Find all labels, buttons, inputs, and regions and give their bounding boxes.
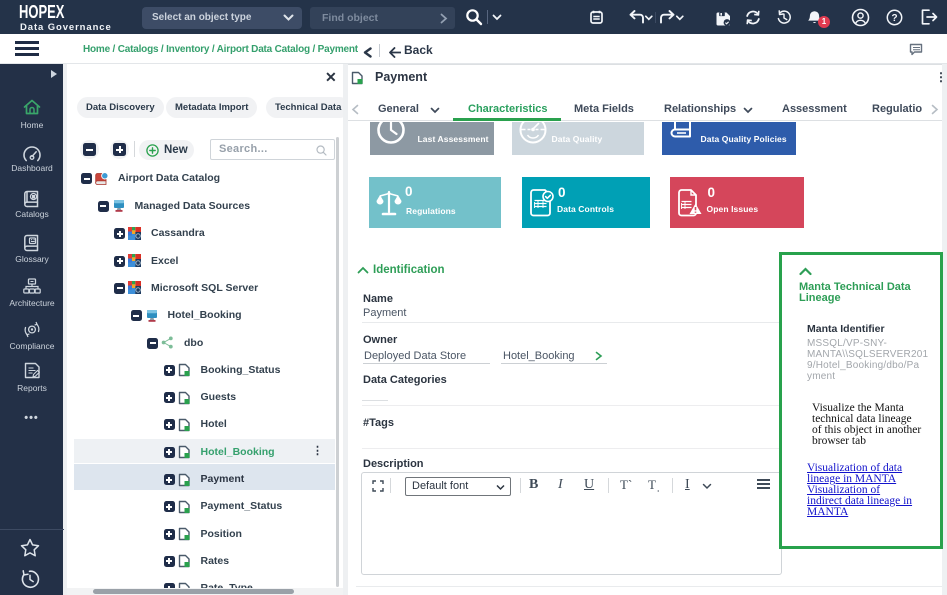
svg-text:?: ?: [891, 13, 897, 24]
